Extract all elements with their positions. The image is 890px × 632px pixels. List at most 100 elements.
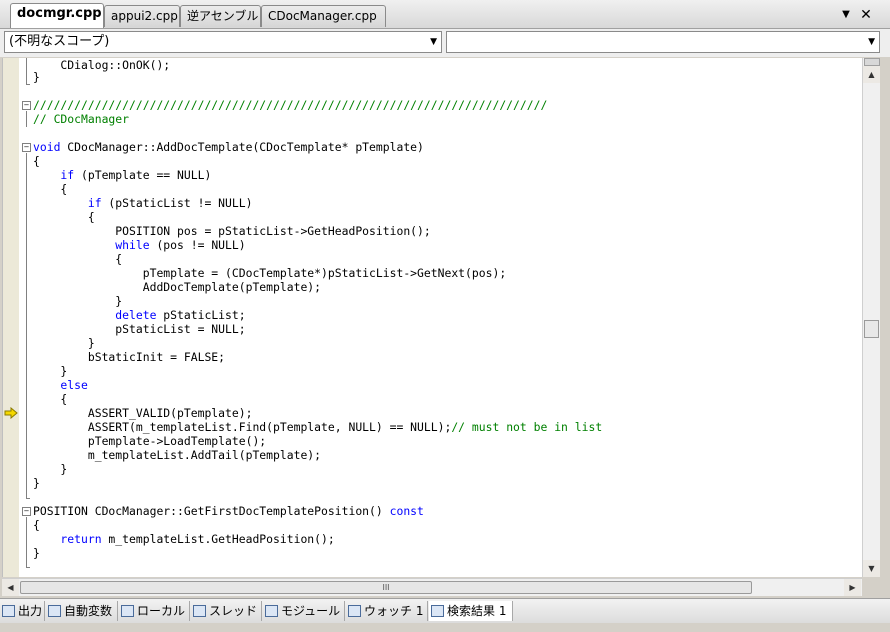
- tab-label: 自動変数: [64, 604, 113, 618]
- tab-watch-1[interactable]: ウォッチ 1: [346, 601, 428, 621]
- tab-label: モジュール: [281, 604, 341, 618]
- navigation-bar: (不明なスコープ) ▼ ▼: [0, 29, 890, 57]
- close-document-icon[interactable]: ✕: [858, 6, 874, 24]
- code-editor[interactable]: − − − CDialog::OnOK(); } ///////////////…: [2, 58, 863, 577]
- tab-modules[interactable]: モジュール: [263, 601, 345, 621]
- scroll-right-icon[interactable]: ▶: [844, 579, 861, 596]
- code-line: CDialog::OnOK();: [33, 58, 171, 72]
- tab-docmgr-cpp[interactable]: docmgr.cpp: [10, 3, 104, 28]
- code-text: pStaticList;: [156, 308, 246, 322]
- code-line: }: [33, 462, 68, 476]
- watch-icon: [348, 605, 361, 617]
- code-text: (pTemplate == NULL): [74, 168, 212, 182]
- tool-window-tabs: 出力 自動変数 ローカル スレッド モジュール ウォッチ 1 検索結果 1: [0, 598, 890, 623]
- indicator-margin[interactable]: [3, 58, 19, 577]
- modules-icon: [265, 605, 278, 617]
- horizontal-scroll-thumb[interactable]: III: [20, 581, 752, 594]
- code-keyword: void: [33, 140, 61, 154]
- code-line: pStaticList = NULL;: [33, 322, 246, 336]
- tab-list-dropdown-icon[interactable]: ▼: [838, 6, 854, 24]
- code-line: }: [33, 546, 40, 560]
- tab-threads[interactable]: スレッド: [191, 601, 262, 621]
- outline-guide: [26, 517, 27, 567]
- code-line: }: [33, 336, 95, 350]
- code-text: POSITION CDocManager::GetFirstDocTemplat…: [33, 504, 390, 518]
- code-line: }: [33, 294, 123, 308]
- code-line: m_templateList.AddTail(pTemplate);: [33, 448, 322, 462]
- tab-label: 出力: [18, 604, 43, 618]
- outlining-margin: [19, 58, 31, 577]
- chevron-down-icon: ▼: [430, 37, 437, 47]
- code-line: POSITION CDocManager::GetFirstDocTemplat…: [33, 504, 424, 518]
- chevron-down-icon: ▼: [868, 37, 875, 47]
- code-text: ASSERT(m_templateList.Find(pTemplate, NU…: [33, 420, 452, 434]
- tab-label: 検索結果 1: [447, 604, 507, 618]
- outline-guide: [26, 498, 30, 499]
- tab-appui2-cpp[interactable]: appui2.cpp: [104, 5, 180, 27]
- tab-label: スレッド: [209, 604, 258, 618]
- tab-autos[interactable]: 自動変数: [46, 601, 118, 621]
- split-handle[interactable]: [864, 58, 880, 66]
- code-line: ////////////////////////////////////////…: [33, 98, 548, 112]
- code-line: POSITION pos = pStaticList->GetHeadPosit…: [33, 224, 431, 238]
- collapse-toggle-icon[interactable]: −: [22, 143, 31, 152]
- code-line: }: [33, 476, 40, 490]
- code-line: {: [33, 154, 40, 168]
- scope-dropdown[interactable]: (不明なスコープ) ▼: [4, 31, 442, 53]
- outline-guide: [26, 567, 30, 568]
- code-line: {: [33, 210, 95, 224]
- code-line: {: [33, 392, 68, 406]
- code-line: }: [33, 364, 68, 378]
- code-line: pTemplate->LoadTemplate();: [33, 434, 267, 448]
- code-line-current: ASSERT_VALID(pTemplate);: [33, 406, 253, 420]
- document-tab-bar: docmgr.cpp appui2.cpp 逆アセンブル CDocManager…: [0, 0, 890, 29]
- outline-guide: [26, 111, 27, 127]
- vertical-scroll-thumb[interactable]: [864, 320, 879, 338]
- output-icon: [2, 605, 15, 617]
- code-text: CDocManager::AddDocTemplate(CDocTemplate…: [60, 140, 424, 154]
- tab-label: ローカル: [137, 604, 186, 618]
- code-keyword: if: [33, 196, 102, 210]
- outline-guide: [26, 153, 27, 498]
- code-line: {: [33, 518, 40, 532]
- scroll-down-icon[interactable]: ▼: [863, 560, 880, 577]
- current-statement-arrow-icon: [4, 407, 18, 419]
- code-keyword: if: [33, 168, 75, 182]
- code-text: (pos != NULL): [149, 238, 246, 252]
- tab-output[interactable]: 出力: [0, 601, 45, 621]
- find-results-icon: [431, 605, 444, 617]
- code-keyword: return: [33, 532, 102, 546]
- horizontal-scrollbar[interactable]: ◀ III ▶: [2, 578, 862, 596]
- vertical-scrollbar[interactable]: ▲ ▼: [862, 58, 880, 577]
- code-text: m_templateList.GetHeadPosition();: [101, 532, 335, 546]
- code-line: else: [33, 378, 88, 392]
- scope-dropdown-value: (不明なスコープ): [9, 34, 110, 49]
- code-comment: // must not be in list: [451, 420, 603, 434]
- code-line: {: [33, 252, 123, 266]
- scroll-up-icon[interactable]: ▲: [863, 66, 880, 83]
- collapse-toggle-icon[interactable]: −: [22, 507, 31, 516]
- code-line: if (pStaticList != NULL): [33, 196, 253, 210]
- code-line: while (pos != NULL): [33, 238, 246, 252]
- code-line: // CDocManager: [33, 112, 130, 126]
- autos-icon: [48, 605, 61, 617]
- code-line: bStaticInit = FALSE;: [33, 350, 226, 364]
- code-line: }: [33, 70, 40, 84]
- outline-guide: [26, 58, 27, 84]
- code-line: void CDocManager::AddDocTemplate(CDocTem…: [33, 140, 424, 154]
- tab-locals[interactable]: ローカル: [119, 601, 190, 621]
- threads-icon: [193, 605, 206, 617]
- status-strip: [0, 623, 890, 632]
- tab-disassembly[interactable]: 逆アセンブル: [180, 5, 261, 27]
- scroll-left-icon[interactable]: ◀: [2, 579, 19, 596]
- code-line: {: [33, 182, 68, 196]
- code-keyword: delete: [33, 308, 157, 322]
- code-line: AddDocTemplate(pTemplate);: [33, 280, 322, 294]
- code-line: if (pTemplate == NULL): [33, 168, 211, 182]
- collapse-toggle-icon[interactable]: −: [22, 101, 31, 110]
- member-dropdown[interactable]: ▼: [446, 31, 880, 53]
- code-line: delete pStaticList;: [33, 308, 246, 322]
- tab-find-results-1[interactable]: 検索結果 1: [429, 601, 513, 621]
- tab-cdocmanager-cpp[interactable]: CDocManager.cpp: [261, 5, 386, 27]
- code-line: pTemplate = (CDocTemplate*)pStaticList->…: [33, 266, 507, 280]
